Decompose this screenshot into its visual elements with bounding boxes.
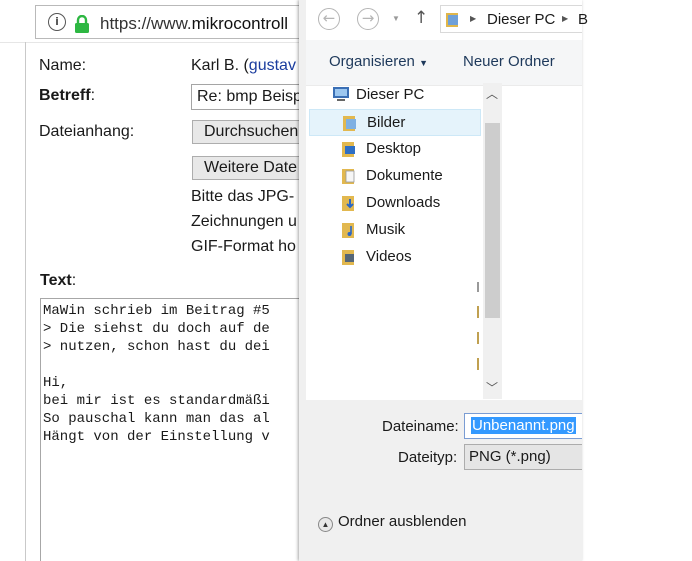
breadcrumb[interactable]: ▶ Dieser PC ▶ B <box>440 5 588 33</box>
url-prefix: https://www. <box>100 14 192 33</box>
text-label: Text: <box>40 272 76 290</box>
tree-scrollbar[interactable]: ︿ ﹀ <box>483 83 502 399</box>
attachment-note-line: Bitte das JPG- <box>191 188 295 205</box>
tree-item-pictures[interactable]: Bilder <box>309 109 481 136</box>
filename-label: Dateiname: <box>382 418 459 435</box>
name-link[interactable]: gustav <box>249 57 296 74</box>
new-folder-button[interactable]: Neuer Ordner <box>463 53 555 70</box>
page-left-border <box>25 42 26 561</box>
tree-item-label: Dokumente <box>366 167 443 184</box>
attachment-note-line: GIF-Format ho <box>191 238 296 255</box>
computer-icon <box>332 86 350 107</box>
tree-item-label: Musik <box>366 221 406 238</box>
tree-item-music[interactable]: Musik <box>309 217 481 244</box>
breadcrumb-chevron-icon: ▶ <box>562 14 569 23</box>
hide-folders-button[interactable]: ▲ Ordner ausblenden <box>318 513 466 532</box>
file-list-partial <box>477 278 482 373</box>
recent-locations-chevron-icon[interactable]: ▼ <box>392 14 400 23</box>
subject-colon: : <box>90 87 96 104</box>
pictures-folder-icon <box>342 115 358 137</box>
info-icon[interactable]: i <box>48 13 66 31</box>
url-domain: mikrocontroll <box>191 14 288 33</box>
address-bar[interactable]: i https://www.mikrocontroll <box>35 5 325 39</box>
text-colon: : <box>71 272 77 289</box>
music-folder-icon <box>341 222 357 244</box>
subject-label-text: Betreff <box>39 87 91 104</box>
breadcrumb-chevron-icon: ▶ <box>470 14 477 23</box>
name-text: Karl B. ( <box>191 57 249 74</box>
forward-icon[interactable]: → <box>357 8 379 30</box>
attachment-label: Dateianhang: <box>39 123 135 140</box>
subject-input[interactable]: Re: bmp Beisp <box>191 84 311 110</box>
attachment-note-line: Zeichnungen u <box>191 213 297 230</box>
tree-item-label: Videos <box>366 248 412 265</box>
subject-label: Betreff: <box>39 87 95 105</box>
tree-item-label: Bilder <box>367 114 406 131</box>
filename-input[interactable]: Unbenannt.png <box>464 413 582 439</box>
message-textarea[interactable]: MaWin schrieb im Beitrag #5 > Die siehst… <box>40 298 315 561</box>
dialog-toolbar: Organisieren ▼ Neuer Ordner <box>306 40 582 86</box>
tree-item-label: Downloads <box>366 194 441 211</box>
collapse-icon: ▲ <box>318 517 333 532</box>
organize-label: Organisieren <box>329 53 415 70</box>
videos-folder-icon <box>341 249 357 271</box>
folder-icon <box>446 11 460 32</box>
tree-item-videos[interactable]: Videos <box>309 244 481 271</box>
filetype-select[interactable]: PNG (*.png) <box>464 444 582 470</box>
breadcrumb-root[interactable]: Dieser PC <box>487 11 555 28</box>
filename-value: Unbenannt.png <box>471 417 576 434</box>
more-files-button[interactable]: Weitere Date <box>192 156 310 180</box>
documents-folder-icon <box>341 168 357 190</box>
name-label: Name: <box>39 57 87 74</box>
breadcrumb-next[interactable]: B <box>578 11 588 28</box>
tree-item-documents[interactable]: Dokumente <box>309 163 481 190</box>
tree-item-downloads[interactable]: Downloads <box>309 190 481 217</box>
tree-item-desktop[interactable]: Desktop <box>309 136 481 163</box>
tree-item-label: Dieser PC <box>356 86 425 103</box>
browse-button[interactable]: Durchsuchen <box>192 120 310 144</box>
organize-button[interactable]: Organisieren ▼ <box>329 53 428 70</box>
back-icon[interactable]: ← <box>318 8 340 30</box>
lock-icon <box>74 14 90 38</box>
scroll-up-icon[interactable]: ︿ <box>486 85 498 102</box>
tree-item-label: Desktop <box>366 140 422 157</box>
dropdown-icon: ▼ <box>419 58 428 68</box>
hide-folders-label: Ordner ausblenden <box>338 513 467 530</box>
text-label-text: Text <box>40 272 72 289</box>
filetype-label: Dateityp: <box>398 449 458 466</box>
page-top-divider <box>0 42 310 43</box>
scroll-down-icon[interactable]: ﹀ <box>486 379 498 396</box>
url-text[interactable]: https://www.mikrocontroll <box>100 14 288 34</box>
name-value: Karl B. (gustav <box>191 57 296 75</box>
up-arrow-icon[interactable]: ↑ <box>414 8 428 28</box>
scrollbar-thumb[interactable] <box>485 123 500 318</box>
tree-item-this-pc[interactable]: Dieser PC <box>309 82 481 109</box>
downloads-folder-icon <box>341 195 357 217</box>
desktop-folder-icon <box>341 141 357 163</box>
